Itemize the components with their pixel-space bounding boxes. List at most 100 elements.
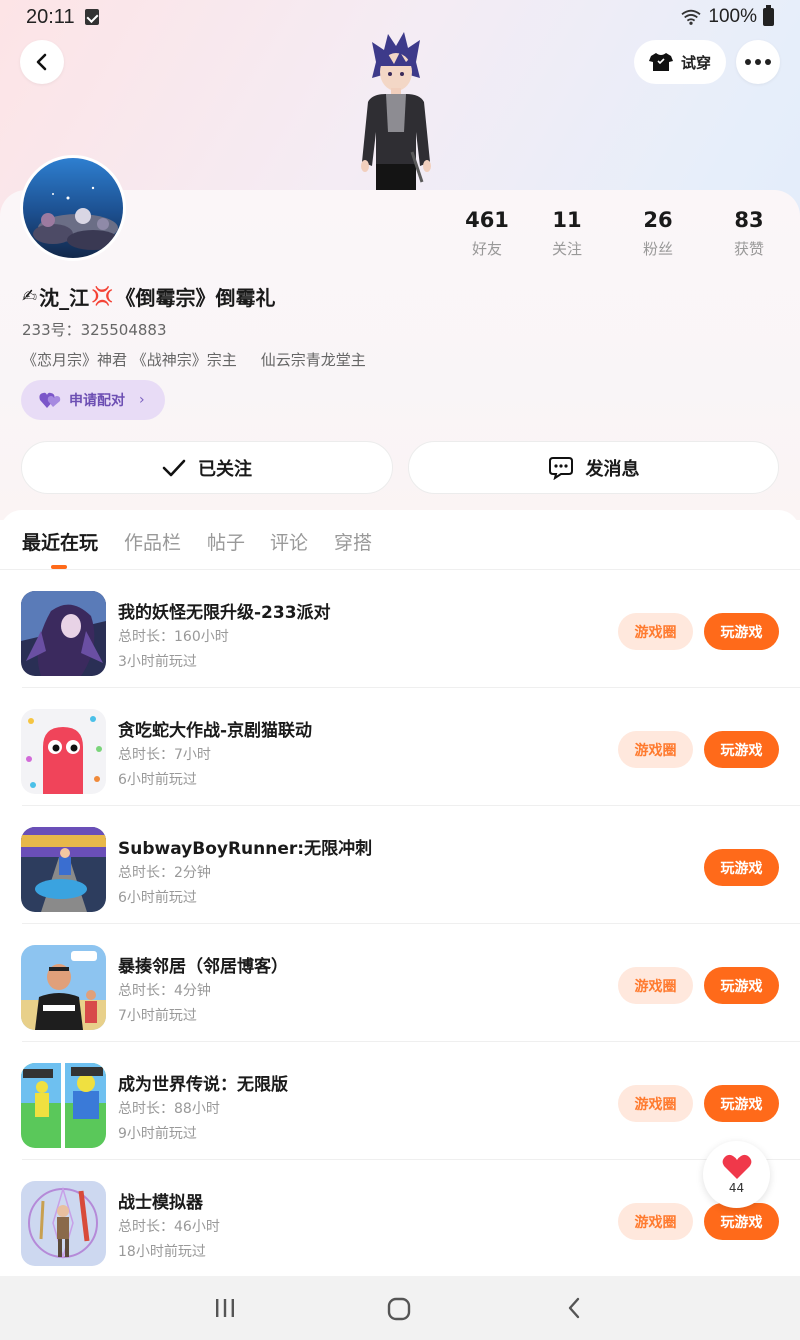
play-game-button[interactable]: 玩游戏 xyxy=(704,731,779,768)
play-game-button[interactable]: 玩游戏 xyxy=(704,967,779,1004)
stat-label: 获赞 xyxy=(733,240,764,258)
tab-recent-played[interactable]: 最近在玩 xyxy=(22,528,98,555)
more-dots-icon xyxy=(745,59,771,65)
tab-bar: 最近在玩 作品栏 帖子 评论 穿搭 xyxy=(0,510,800,570)
status-bar: 20:11 100% xyxy=(0,0,800,34)
game-title: 贪吃蛇大作战-京剧猫联动 xyxy=(118,721,313,741)
game-circle-button[interactable]: 游戏圈 xyxy=(618,731,693,768)
writing-hand-emoji: ✍ xyxy=(22,286,38,307)
chevron-right-icon: › xyxy=(139,392,145,408)
notification-check-icon xyxy=(84,9,99,25)
title-item: 仙云宗青龙堂主 xyxy=(260,351,366,369)
tab-comments[interactable]: 评论 xyxy=(270,528,308,555)
game-icon[interactable] xyxy=(21,1063,106,1148)
game-icon[interactable] xyxy=(21,1181,106,1266)
title-item: 《恋月宗》神君 《战神宗》宗主 xyxy=(22,351,237,369)
game-circle-button[interactable]: 游戏圈 xyxy=(618,1085,693,1122)
game-circle-button[interactable]: 游戏圈 xyxy=(618,1203,693,1240)
follow-label: 已关注 xyxy=(198,458,252,480)
stat-fans[interactable]: 26 粉丝 xyxy=(613,208,703,259)
game-circle-button[interactable]: 游戏圈 xyxy=(618,613,693,650)
battery-icon xyxy=(763,5,774,26)
stat-label: 好友 xyxy=(471,240,502,258)
tab-active-indicator xyxy=(51,565,67,569)
game-icon[interactable] xyxy=(21,709,106,794)
tryon-button[interactable]: 试穿 xyxy=(634,40,726,84)
chat-bubble-icon xyxy=(548,456,573,480)
stat-value: 26 xyxy=(643,208,673,232)
game-title: 暴揍邻居（邻居博客） xyxy=(118,957,288,977)
game-last-played: 18小时前玩过 xyxy=(118,1244,206,1260)
game-last-played: 9小时前玩过 xyxy=(118,1126,197,1142)
tryon-label: 试穿 xyxy=(680,53,711,72)
stat-value: 11 xyxy=(552,208,582,232)
follow-button[interactable]: 已关注 xyxy=(21,441,393,494)
game-title: 战士模拟器 xyxy=(118,1193,203,1213)
game-duration: 总时长：4分钟 xyxy=(118,983,211,999)
nickname-text: 沈_江 xyxy=(39,286,90,310)
hearts-icon xyxy=(39,392,61,408)
game-duration: 总时长：88小时 xyxy=(118,1101,220,1117)
check-icon xyxy=(162,459,186,476)
more-button[interactable] xyxy=(736,40,780,84)
pair-label: 申请配对 xyxy=(69,393,125,409)
game-duration: 总时长：160小时 xyxy=(118,629,229,645)
status-right: 100% xyxy=(680,5,774,28)
status-time: 20:11 xyxy=(26,5,75,28)
nickname: ✍ 沈_江 💢 《倒霉宗》倒霉礼 xyxy=(22,282,276,311)
game-row[interactable]: SubwayBoyRunner:无限冲刺 总时长：2分钟 6小时前玩过 玩游戏 xyxy=(0,806,800,924)
stat-likes[interactable]: 83 获赞 xyxy=(704,208,794,259)
game-duration: 总时长：46小时 xyxy=(118,1219,220,1235)
play-game-button[interactable]: 玩游戏 xyxy=(704,613,779,650)
system-nav-bar xyxy=(0,1276,800,1340)
message-label: 发消息 xyxy=(585,458,640,480)
user-titles: 《恋月宗》神君 《战神宗》宗主 仙云宗青龙堂主 xyxy=(22,349,366,370)
back-button[interactable] xyxy=(20,40,64,84)
avatar-character xyxy=(361,32,431,192)
game-duration: 总时长：2分钟 xyxy=(118,865,211,881)
stat-following[interactable]: 11 关注 xyxy=(522,208,612,259)
game-duration: 总时长：7小时 xyxy=(118,747,211,763)
tab-works[interactable]: 作品栏 xyxy=(124,528,181,555)
game-row[interactable]: 暴揍邻居（邻居博客） 总时长：4分钟 7小时前玩过 游戏圈 玩游戏 xyxy=(0,924,800,1042)
stat-label: 关注 xyxy=(551,240,582,258)
chevron-left-icon xyxy=(36,53,47,71)
heart-icon xyxy=(722,1154,751,1179)
tab-posts[interactable]: 帖子 xyxy=(207,528,245,555)
home-icon[interactable] xyxy=(387,1297,411,1321)
play-game-button[interactable]: 玩游戏 xyxy=(704,849,779,886)
game-last-played: 7小时前玩过 xyxy=(118,1008,197,1024)
game-title: 我的妖怪无限升级-233派对 xyxy=(118,603,331,623)
game-last-played: 6小时前玩过 xyxy=(118,772,197,788)
like-count: 44 xyxy=(728,1181,745,1195)
recent-apps-icon[interactable] xyxy=(214,1298,236,1318)
stat-value: 83 xyxy=(734,208,764,232)
game-last-played: 6小时前玩过 xyxy=(118,890,197,906)
anger-emoji: 💢 xyxy=(91,286,114,307)
game-icon[interactable] xyxy=(21,591,106,676)
tab-outfits[interactable]: 穿搭 xyxy=(334,528,372,555)
game-last-played: 3小时前玩过 xyxy=(118,654,197,670)
battery-percent: 100% xyxy=(708,6,757,27)
game-title: SubwayBoyRunner:无限冲刺 xyxy=(118,839,373,859)
game-title: 成为世界传说：无限版 xyxy=(118,1075,288,1095)
pair-request-button[interactable]: 申请配对 › xyxy=(21,380,165,420)
like-floating-button[interactable]: 44 xyxy=(703,1141,770,1208)
game-row[interactable]: 贪吃蛇大作战-京剧猫联动 总时长：7小时 6小时前玩过 游戏圈 玩游戏 xyxy=(0,688,800,806)
game-row[interactable]: 我的妖怪无限升级-233派对 总时长：160小时 3小时前玩过 游戏圈 玩游戏 xyxy=(0,570,800,688)
game-circle-button[interactable]: 游戏圈 xyxy=(618,967,693,1004)
play-game-button[interactable]: 玩游戏 xyxy=(704,1085,779,1122)
tshirt-icon xyxy=(648,53,673,71)
back-icon[interactable] xyxy=(566,1297,582,1319)
avatar[interactable] xyxy=(20,155,126,261)
stat-friends[interactable]: 461 好友 xyxy=(442,208,532,259)
message-button[interactable]: 发消息 xyxy=(408,441,779,494)
game-row[interactable]: 成为世界传说：无限版 总时长：88小时 9小时前玩过 游戏圈 玩游戏 xyxy=(0,1042,800,1160)
user-id: 233号：325504883 xyxy=(22,321,167,339)
game-row[interactable]: 战士模拟器 总时长：46小时 18小时前玩过 游戏圈 玩游戏 xyxy=(0,1160,800,1278)
wifi-icon xyxy=(681,9,701,25)
play-game-button[interactable]: 玩游戏 xyxy=(704,1203,779,1240)
nickname-suffix: 《倒霉宗》倒霉礼 xyxy=(115,286,276,310)
game-icon[interactable] xyxy=(21,945,106,1030)
game-icon[interactable] xyxy=(21,827,106,912)
